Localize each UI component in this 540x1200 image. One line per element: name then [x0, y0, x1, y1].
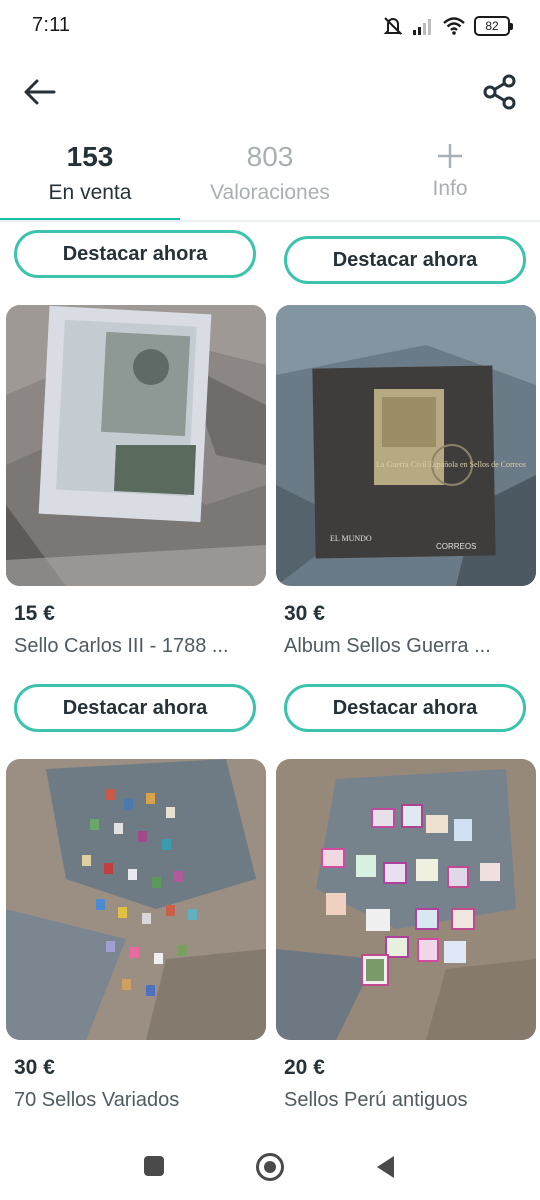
product-title[interactable]: Sello Carlos III - 1788 ... [14, 635, 254, 658]
plus-icon [438, 144, 462, 168]
product-price: 30 € [14, 1056, 55, 1079]
back-button[interactable] [20, 72, 60, 112]
peru-stamps-photo [276, 759, 536, 1040]
tab-label: Info [432, 177, 468, 200]
tab-label: En venta [48, 181, 132, 204]
back-triangle-icon[interactable] [374, 1154, 396, 1180]
status-bar: 7:11 82 [0, 0, 540, 52]
status-time: 7:11 [32, 14, 71, 36]
tab-info[interactable]: Info [360, 132, 540, 220]
tab-valoraciones[interactable]: 803 Valoraciones [180, 132, 360, 220]
feature-button[interactable]: Destacar ahora [14, 684, 256, 732]
profile-tabs: 153 En venta 803 Valoraciones Info [0, 132, 540, 222]
product-image-70-sellos[interactable] [6, 759, 266, 1040]
product-image-sello-carlos[interactable] [6, 305, 266, 586]
tab-count: 153 [66, 141, 114, 172]
album-brand-right: CORREOS [436, 542, 476, 551]
recents-square-icon[interactable] [144, 1156, 164, 1176]
stamp-sheet-photo [6, 305, 266, 586]
signal-icon [413, 19, 431, 35]
mute-icon [383, 17, 403, 35]
product-title[interactable]: 70 Sellos Variados [14, 1089, 254, 1112]
product-price: 15 € [14, 602, 55, 625]
loose-stamps-photo [6, 759, 266, 1040]
feature-button[interactable]: Destacar ahora [14, 230, 256, 278]
product-price: 30 € [284, 602, 325, 625]
status-icons: 82 [382, 14, 513, 38]
home-circle-icon[interactable] [256, 1153, 284, 1181]
battery-level: 82 [485, 19, 499, 33]
album-title-text: La Guerra Civil Española en Sellos de Co… [376, 460, 526, 469]
product-title[interactable]: Album Sellos Guerra ... [284, 635, 524, 658]
share-button[interactable] [480, 72, 520, 112]
top-bar [0, 60, 540, 124]
album-photo: La Guerra Civil Española en Sellos de Co… [276, 305, 536, 586]
feature-button[interactable]: Destacar ahora [284, 684, 526, 732]
system-nav-bar [0, 1136, 540, 1200]
product-image-sellos-peru[interactable] [276, 759, 536, 1040]
battery-icon: 82 [474, 16, 513, 36]
album-brand-left: EL MUNDO [330, 534, 372, 543]
product-title[interactable]: Sellos Perú antiguos [284, 1089, 524, 1112]
tab-en-venta[interactable]: 153 En venta [0, 132, 180, 220]
product-image-album-guerra[interactable]: La Guerra Civil Española en Sellos de Co… [276, 305, 536, 586]
feature-button[interactable]: Destacar ahora [284, 236, 526, 284]
share-icon [483, 74, 516, 110]
tab-count: 803 [246, 141, 294, 172]
arrow-left-icon [24, 79, 56, 105]
product-price: 20 € [284, 1056, 325, 1079]
product-grid: Destacar ahora Destacar ahora 15 € Sello… [0, 222, 540, 1132]
wifi-icon [443, 17, 465, 35]
tab-label: Valoraciones [210, 181, 330, 204]
